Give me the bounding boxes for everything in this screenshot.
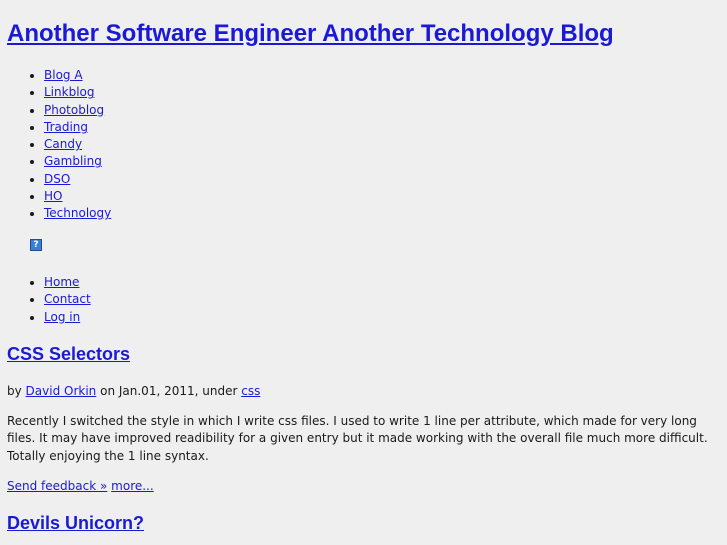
meta-nav: Home Contact Log in: [0, 274, 91, 326]
nav-link-contact[interactable]: Contact: [44, 292, 91, 306]
send-feedback-link[interactable]: Send feedback »: [7, 479, 107, 493]
category-item: Blog A: [44, 67, 111, 84]
category-link-candy[interactable]: Candy: [44, 137, 82, 151]
site-title-link[interactable]: Another Software Engineer Another Techno…: [7, 20, 614, 47]
category-item: Candy: [44, 136, 111, 153]
category-link-dso[interactable]: DSO: [44, 172, 70, 186]
meta-nav-item: Contact: [44, 291, 91, 308]
post-title: CSS Selectors: [7, 342, 130, 366]
meta-nav-item: Home: [44, 274, 91, 291]
post-title: Devils Unicorn?: [7, 511, 144, 535]
category-item: Technology: [44, 205, 111, 222]
category-link-trading[interactable]: Trading: [44, 120, 88, 134]
page: Another Software Engineer Another Techno…: [0, 0, 727, 545]
category-item: HO: [44, 188, 111, 205]
nav-link-home[interactable]: Home: [44, 275, 79, 289]
category-link-blog-a[interactable]: Blog A: [44, 68, 83, 82]
category-item: Trading: [44, 119, 111, 136]
category-item: Gambling: [44, 153, 111, 170]
meta-nav-item: Log in: [44, 309, 91, 326]
category-link-photoblog[interactable]: Photoblog: [44, 103, 104, 117]
post-title-link[interactable]: Devils Unicorn?: [7, 513, 144, 533]
category-item: Linkblog: [44, 84, 111, 101]
nav-link-log-in[interactable]: Log in: [44, 310, 80, 324]
category-item: DSO: [44, 171, 111, 188]
category-link-technology[interactable]: Technology: [44, 206, 111, 220]
post-byline: by David Orkin on Jan.01, 2011, under cs…: [7, 383, 260, 400]
category-item: Photoblog: [44, 102, 111, 119]
category-link-gambling[interactable]: Gambling: [44, 154, 102, 168]
byline-date-text: on Jan.01, 2011, under: [100, 384, 238, 398]
category-tag-link[interactable]: css: [241, 384, 260, 398]
post-links: Send feedback » more...: [7, 478, 154, 495]
site-title: Another Software Engineer Another Techno…: [7, 17, 614, 51]
question-mark-icon[interactable]: ?: [30, 239, 42, 251]
byline-by-text: by: [7, 384, 22, 398]
category-link-ho[interactable]: HO: [44, 189, 62, 203]
category-list: Blog A Linkblog Photoblog Trading Candy …: [0, 67, 111, 223]
post-body: Recently I switched the style in which I…: [7, 414, 708, 463]
author-link[interactable]: David Orkin: [26, 384, 97, 398]
category-link-linkblog[interactable]: Linkblog: [44, 85, 94, 99]
post-title-link[interactable]: CSS Selectors: [7, 344, 130, 364]
read-more-link[interactable]: more...: [111, 479, 154, 493]
